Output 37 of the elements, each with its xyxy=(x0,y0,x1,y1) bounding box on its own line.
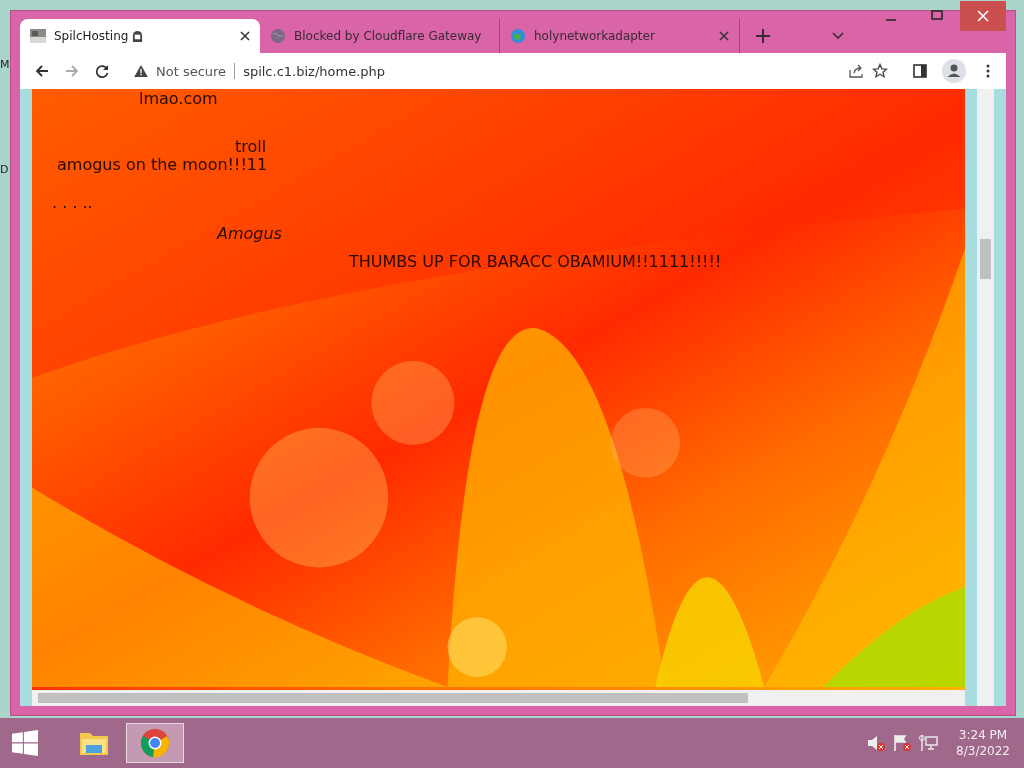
page-text: Amogus xyxy=(217,224,282,243)
clock-date: 8/3/2022 xyxy=(956,744,1010,758)
network-icon[interactable] xyxy=(918,733,939,753)
security-label[interactable]: Not secure xyxy=(156,63,227,79)
windows-logo-icon[interactable] xyxy=(12,730,38,756)
close-tab-icon[interactable] xyxy=(240,31,250,41)
side-panel-icon[interactable] xyxy=(912,63,928,79)
desktop-icon-label[interactable]: M xyxy=(0,58,10,71)
horizontal-scrollbar[interactable] xyxy=(32,690,965,706)
profile-icon[interactable] xyxy=(942,59,966,83)
browser-tab[interactable]: SpilcHosting xyxy=(20,19,260,53)
back-icon[interactable] xyxy=(34,63,50,79)
page-text: THUMBS UP FOR BARACC OBAMIUM!!1111!!!!! xyxy=(349,252,722,271)
clock-time: 3:24 PM xyxy=(958,728,1008,742)
taskbar-app[interactable] xyxy=(126,723,184,763)
globe-icon xyxy=(270,28,286,44)
page-text: troll xyxy=(235,137,267,156)
chevron-down-icon[interactable] xyxy=(832,32,844,40)
photo-favicon-icon xyxy=(30,28,46,44)
page-text: . . . .. xyxy=(52,193,93,212)
ghost-icon xyxy=(132,29,144,43)
chrome-icon xyxy=(139,727,171,759)
flag-error-icon[interactable] xyxy=(892,733,913,753)
page-text: lmao.com xyxy=(139,89,218,108)
taskbar-clock[interactable]: 3:24 PM 8/3/2022 xyxy=(956,728,1010,758)
star-icon[interactable] xyxy=(872,63,888,79)
page-text: amogus on the moon!!!11 xyxy=(57,155,268,174)
reload-icon[interactable] xyxy=(94,63,110,79)
url-text[interactable]: spilc.c1.biz/home.php xyxy=(243,63,385,79)
vertical-scrollbar[interactable] xyxy=(977,89,994,706)
globe-icon xyxy=(510,28,526,44)
share-icon[interactable] xyxy=(848,63,864,79)
forward-icon[interactable] xyxy=(64,63,80,79)
warning-icon xyxy=(134,65,148,77)
desktop-icon-label[interactable]: D xyxy=(0,163,9,176)
muted-speaker-icon[interactable] xyxy=(866,733,887,753)
new-tab-icon[interactable] xyxy=(756,29,770,43)
